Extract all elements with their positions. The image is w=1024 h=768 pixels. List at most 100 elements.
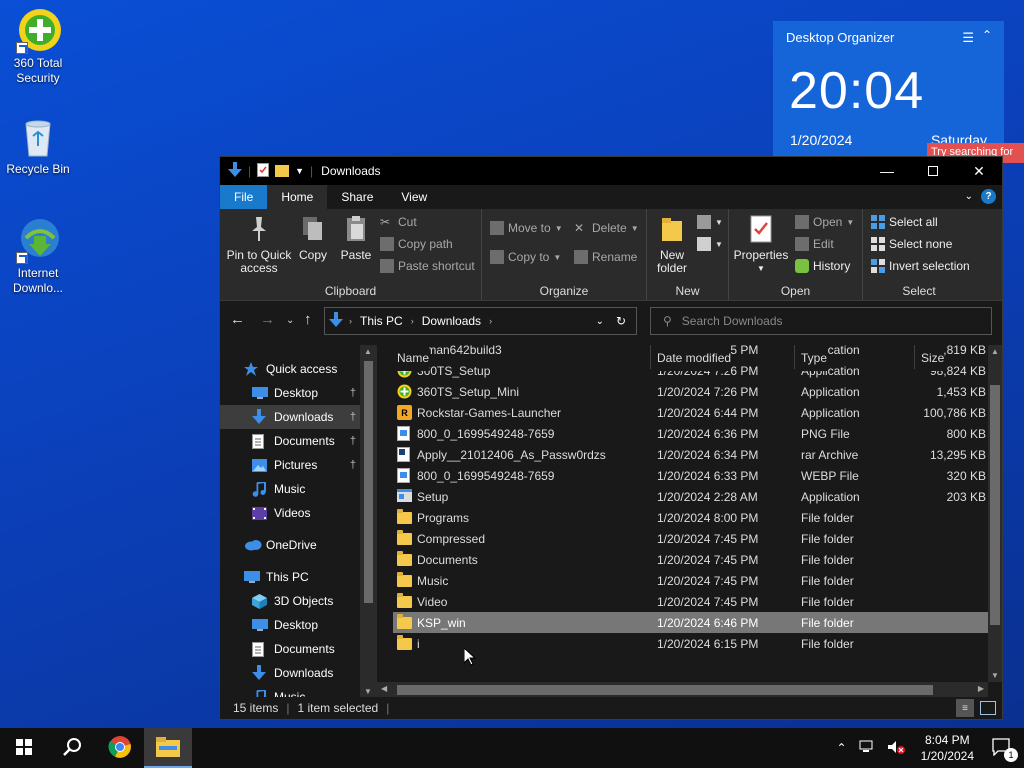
sidebar-item-documents[interactable]: Documents † xyxy=(220,429,360,453)
copy-path-button[interactable]: Copy path xyxy=(380,237,453,251)
sidebar-item-label: This PC xyxy=(266,570,309,584)
taskbar-file-explorer[interactable] xyxy=(144,728,192,768)
file-row[interactable]: R Rockstar-Games-Launcher 1/20/2024 6:44 P… xyxy=(393,402,988,423)
file-row[interactable]: Programs 1/20/2024 8:00 PM File folder xyxy=(393,507,988,528)
delete-button[interactable]: ✕ Delete ▼ xyxy=(574,221,639,235)
chevron-down-icon[interactable]: ⌄ xyxy=(965,191,973,202)
notification-center-icon[interactable]: 1 xyxy=(984,737,1024,762)
properties-button[interactable]: Properties ▼ xyxy=(733,215,789,275)
file-row[interactable]: Documents 1/20/2024 7:45 PM File folder xyxy=(393,549,988,570)
back-arrow-icon[interactable]: ← xyxy=(230,311,245,328)
address-input[interactable]: › This PC › Downloads › ⌄ ↻ xyxy=(324,307,637,335)
copy-to-button[interactable]: Copy to ▼ xyxy=(490,250,561,264)
sidebar-item-this-pc[interactable]: This PC xyxy=(220,565,360,589)
sidebar-item-downloads[interactable]: Downloads † xyxy=(220,405,360,429)
column-header-size[interactable]: Size xyxy=(921,345,945,371)
chevron-up-icon[interactable]: ⌃ xyxy=(982,28,992,42)
paste-button[interactable]: Paste xyxy=(336,215,376,262)
history-button[interactable]: History xyxy=(795,259,850,273)
file-row[interactable]: Music 1/20/2024 7:45 PM File folder xyxy=(393,570,988,591)
pin-icon: † xyxy=(349,459,356,471)
move-to-button[interactable]: Move to ▼ xyxy=(490,221,563,235)
breadcrumb-downloads[interactable]: Downloads xyxy=(422,314,481,328)
desktop-icon-recycle-bin[interactable]: Recycle Bin xyxy=(0,112,76,177)
file-row[interactable]: Compressed 1/20/2024 7:45 PM File folder xyxy=(393,528,988,549)
refresh-icon[interactable]: ↻ xyxy=(616,314,626,328)
file-row[interactable]: 800_0_1699549248-7659 1/20/2024 6:36 PM PN… xyxy=(393,423,988,444)
tab-view[interactable]: View xyxy=(387,185,441,209)
tab-share[interactable]: Share xyxy=(327,185,387,209)
sidebar-item-music[interactable]: Music xyxy=(220,477,360,501)
invert-selection-button[interactable]: Invert selection xyxy=(871,259,970,273)
address-dropdown-chevron-icon[interactable]: ⌄ xyxy=(596,316,604,327)
rename-button[interactable]: Rename xyxy=(574,250,637,264)
sidebar-item-documents[interactable]: Documents xyxy=(220,637,360,661)
sidebar-item-pictures[interactable]: Pictures † xyxy=(220,453,360,477)
file-row[interactable]: Setup 1/20/2024 2:28 AM Application 203 KB xyxy=(393,486,988,507)
large-icons-view-icon[interactable] xyxy=(980,701,996,715)
sidebar-item-quick-access[interactable]: Quick access xyxy=(220,357,360,381)
show-hidden-icons-chevron-icon[interactable]: ⌃ xyxy=(831,741,853,755)
file-row[interactable]: Video 1/20/2024 7:45 PM File folder xyxy=(393,591,988,612)
properties-quick-icon[interactable] xyxy=(257,162,270,180)
open-button[interactable]: Open ▼ xyxy=(795,215,854,229)
tab-home[interactable]: Home xyxy=(267,185,328,209)
sidebar-item-onedrive[interactable]: OneDrive xyxy=(220,533,360,557)
paste-shortcut-button[interactable]: Paste shortcut xyxy=(380,259,475,273)
select-none-button[interactable]: Select none xyxy=(871,237,952,251)
file-row[interactable]: Apply__21012406_As_Passw0rdzs 1/20/2024 6… xyxy=(393,444,988,465)
new-folder-button[interactable]: New folder xyxy=(653,215,691,275)
scroll-left-arrow-icon[interactable]: ◀ xyxy=(381,684,387,693)
copy-button[interactable]: Copy xyxy=(296,215,330,262)
scroll-down-arrow-icon[interactable]: ▼ xyxy=(991,671,999,680)
column-header-name[interactable]: Name xyxy=(397,345,430,371)
chevron-down-icon[interactable]: ▼ xyxy=(295,166,304,176)
cut-button[interactable]: ✂ Cut xyxy=(380,215,417,229)
search-button[interactable] xyxy=(48,728,96,768)
select-all-button[interactable]: Select all xyxy=(871,215,938,229)
easy-access-button[interactable]: ▼ xyxy=(697,237,723,251)
desktop-icon-internet-download-manager[interactable]: Internet Downlo... xyxy=(0,216,76,296)
forward-arrow-icon[interactable]: → xyxy=(260,311,275,328)
sidebar-item-desktop[interactable]: Desktop † xyxy=(220,381,360,405)
sidebar-item-3d-objects[interactable]: 3D Objects xyxy=(220,589,360,613)
scroll-up-arrow-icon[interactable]: ▲ xyxy=(364,347,372,356)
sidebar-item-desktop[interactable]: Desktop xyxy=(220,613,360,637)
scroll-down-arrow-icon[interactable]: ▼ xyxy=(364,687,372,696)
scroll-up-arrow-icon[interactable]: ▲ xyxy=(991,347,999,356)
file-row[interactable]: 360TS_Setup_Mini 1/20/2024 7:26 PM Applica… xyxy=(393,381,988,402)
new-item-button[interactable]: ▼ xyxy=(697,215,723,229)
start-button[interactable] xyxy=(0,728,48,768)
taskbar-clock[interactable]: 8:04 PM 1/20/2024 xyxy=(911,732,984,764)
sidebar-item-downloads[interactable]: Downloads xyxy=(220,661,360,685)
details-view-icon[interactable]: ≡ xyxy=(956,699,974,717)
nav-scrollbar[interactable]: ▲ ▼ xyxy=(360,345,377,698)
column-header-type[interactable]: Type xyxy=(801,345,828,371)
edit-button[interactable]: Edit xyxy=(795,237,834,251)
breadcrumb-this-pc[interactable]: This PC xyxy=(360,314,403,328)
close-button[interactable]: ✕ xyxy=(956,157,1002,185)
file-row[interactable]: KSP_win 1/20/2024 6:46 PM File folder xyxy=(393,612,988,633)
file-row[interactable]: 800_0_1699549248-7659 1/20/2024 6:33 PM WE… xyxy=(393,465,988,486)
file-list-scrollbar[interactable]: ▲ ▼ xyxy=(988,345,1002,682)
search-input[interactable]: ⚲ Search Downloads xyxy=(650,307,992,335)
maximize-button[interactable] xyxy=(910,157,956,185)
taskbar-chrome[interactable] xyxy=(96,728,144,768)
new-folder-quick-icon[interactable] xyxy=(275,163,290,180)
help-icon[interactable]: ? xyxy=(981,189,996,204)
network-icon[interactable] xyxy=(853,740,881,757)
tab-file[interactable]: File xyxy=(220,185,268,209)
scroll-right-arrow-icon[interactable]: ▶ xyxy=(978,684,984,693)
column-header-date[interactable]: Date modified xyxy=(657,345,732,371)
volume-muted-icon[interactable] xyxy=(881,740,911,757)
recent-locations-chevron-icon[interactable]: ⌄ xyxy=(286,315,294,326)
hamburger-menu-icon[interactable]: ☰ xyxy=(962,30,974,46)
sidebar-item-videos[interactable]: Videos xyxy=(220,501,360,525)
pin-to-quick-access-button[interactable]: Pin to Quick access xyxy=(226,215,292,275)
horizontal-scrollbar[interactable]: ◀ ▶ xyxy=(377,682,988,698)
title-bar[interactable]: | ▼ | Downloads — ✕ xyxy=(220,157,1002,185)
up-arrow-icon[interactable]: ↑ xyxy=(304,311,312,328)
minimize-button[interactable]: — xyxy=(864,157,910,185)
file-row[interactable]: i 1/20/2024 6:15 PM File folder xyxy=(393,633,988,654)
desktop-icon-360-total-security[interactable]: 360 Total Security xyxy=(0,6,76,86)
